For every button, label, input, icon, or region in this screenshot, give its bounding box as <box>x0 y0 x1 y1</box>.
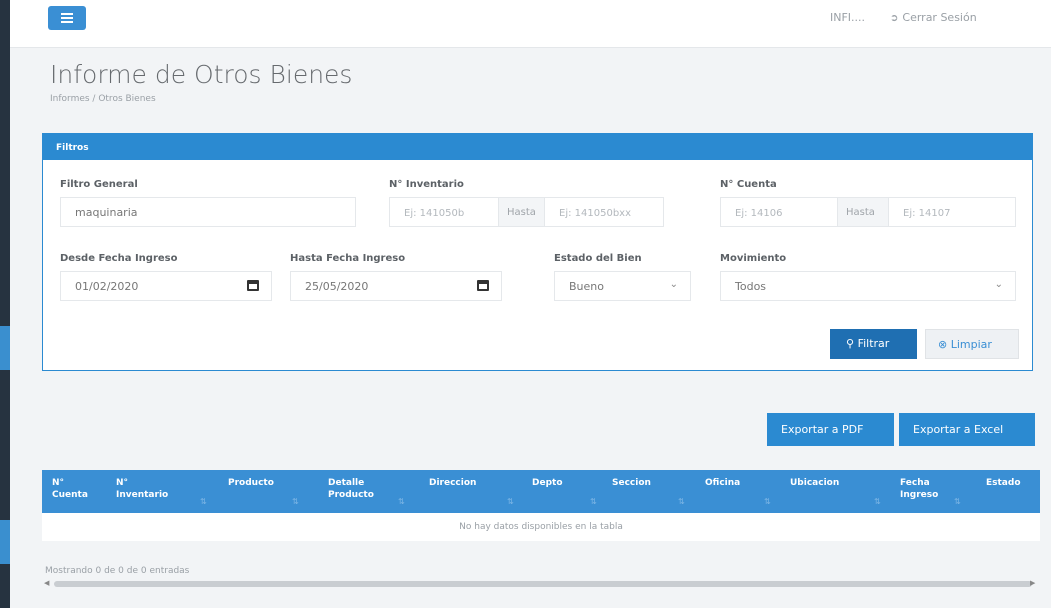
chevron-down-icon: ⌄ <box>994 279 1003 290</box>
inventory-label: N° Inventario <box>389 179 464 190</box>
search-icon: ⚲ <box>846 337 855 350</box>
calendar-icon[interactable] <box>477 280 489 291</box>
from-date-input[interactable]: 01/02/2020 <box>60 271 272 301</box>
inventory-from-input[interactable]: Ej: 141050b <box>389 197 499 227</box>
results-table: N° Cuenta N° Inventario ⇅ Producto ⇅ Detal… <box>42 470 1040 541</box>
filters-header: Filtros <box>43 134 1032 160</box>
account-from-input[interactable]: Ej: 14106 <box>720 197 838 227</box>
empty-table-message: No hay datos disponibles en la tabla <box>42 513 1040 541</box>
filters-panel: Filtros Filtro General maquinaria N° Inv… <box>42 133 1033 371</box>
sign-out-icon: ➲ <box>890 13 899 24</box>
to-date-input[interactable]: 25/05/2020 <box>290 271 502 301</box>
column-header[interactable]: Oficina <box>705 477 740 489</box>
sort-icon[interactable]: ⇅ <box>874 497 881 506</box>
export-pdf-button[interactable]: Exportar a PDF <box>767 413 894 446</box>
sort-icon[interactable]: ⇅ <box>954 497 961 506</box>
sort-icon[interactable]: ⇅ <box>200 497 207 506</box>
column-header[interactable]: Ubicacion <box>790 477 839 489</box>
to-date-label: Hasta Fecha Ingreso <box>290 253 406 264</box>
column-header[interactable]: Estado <box>986 477 1021 489</box>
inventory-to-input[interactable]: Ej: 141050bxx <box>544 197 664 227</box>
scrollbar-thumb[interactable] <box>54 581 1032 587</box>
column-header[interactable]: N° Cuenta <box>52 477 88 501</box>
general-filter-input[interactable]: maquinaria <box>60 197 356 227</box>
left-sidebar-edge <box>0 0 10 608</box>
movement-select[interactable]: Todos ⌄ <box>720 271 1016 301</box>
state-select[interactable]: Bueno ⌄ <box>554 271 691 301</box>
menu-toggle-button[interactable] <box>48 6 86 30</box>
topbar: INFI.... ➲ Cerrar Sesión <box>10 0 1051 48</box>
clear-icon: ⊗ <box>938 338 948 351</box>
sort-icon[interactable]: ⇅ <box>398 497 405 506</box>
filter-button-label: Filtrar <box>857 337 890 350</box>
inventory-range-addon: Hasta <box>499 197 544 227</box>
filter-button[interactable]: ⚲ Filtrar <box>830 329 917 359</box>
column-header[interactable]: Seccion <box>612 477 651 489</box>
clear-button-label: Limpiar <box>950 338 992 351</box>
movement-label: Movimiento <box>720 253 787 264</box>
column-header[interactable]: Depto <box>532 477 563 489</box>
sort-icon[interactable]: ⇅ <box>507 497 514 506</box>
logout-link[interactable]: ➲ Cerrar Sesión <box>890 11 977 24</box>
chevron-down-icon: ⌄ <box>669 279 678 290</box>
sort-icon[interactable]: ⇅ <box>292 497 299 506</box>
column-header[interactable]: Detalle Producto <box>328 477 374 501</box>
user-name: INFI.... <box>830 11 866 24</box>
state-label: Estado del Bien <box>554 253 642 264</box>
column-header[interactable]: Producto <box>228 477 274 489</box>
sort-icon[interactable]: ⇅ <box>764 497 771 506</box>
column-header[interactable]: Direccion <box>429 477 476 489</box>
column-header[interactable]: Fecha Ingreso <box>900 477 938 501</box>
account-to-input[interactable]: Ej: 14107 <box>888 197 1016 227</box>
table-header: N° Cuenta N° Inventario ⇅ Producto ⇅ Detal… <box>42 470 1040 513</box>
sidebar-active-mark <box>0 520 10 564</box>
page-title: Informe de Otros Bienes <box>50 60 353 89</box>
export-excel-button[interactable]: Exportar a Excel <box>899 413 1035 446</box>
table-info: Mostrando 0 de 0 de 0 entradas <box>45 566 190 576</box>
scroll-left-icon[interactable]: ◀ <box>44 579 49 587</box>
calendar-icon[interactable] <box>247 280 259 291</box>
horizontal-scrollbar[interactable]: ◀ ▶ <box>42 578 1040 590</box>
account-range-addon: Hasta <box>838 197 888 227</box>
sidebar-active-mark <box>0 326 10 370</box>
account-label: N° Cuenta <box>720 179 777 190</box>
from-date-label: Desde Fecha Ingreso <box>60 253 178 264</box>
scroll-right-icon[interactable]: ▶ <box>1030 579 1035 587</box>
breadcrumb: Informes / Otros Bienes <box>50 94 156 104</box>
general-filter-label: Filtro General <box>60 179 138 190</box>
hamburger-icon <box>61 13 73 15</box>
column-header[interactable]: N° Inventario <box>116 477 168 501</box>
logout-label: Cerrar Sesión <box>902 11 977 24</box>
sort-icon[interactable]: ⇅ <box>678 497 685 506</box>
sort-icon[interactable]: ⇅ <box>590 497 597 506</box>
clear-button[interactable]: ⊗ Limpiar <box>925 329 1019 359</box>
